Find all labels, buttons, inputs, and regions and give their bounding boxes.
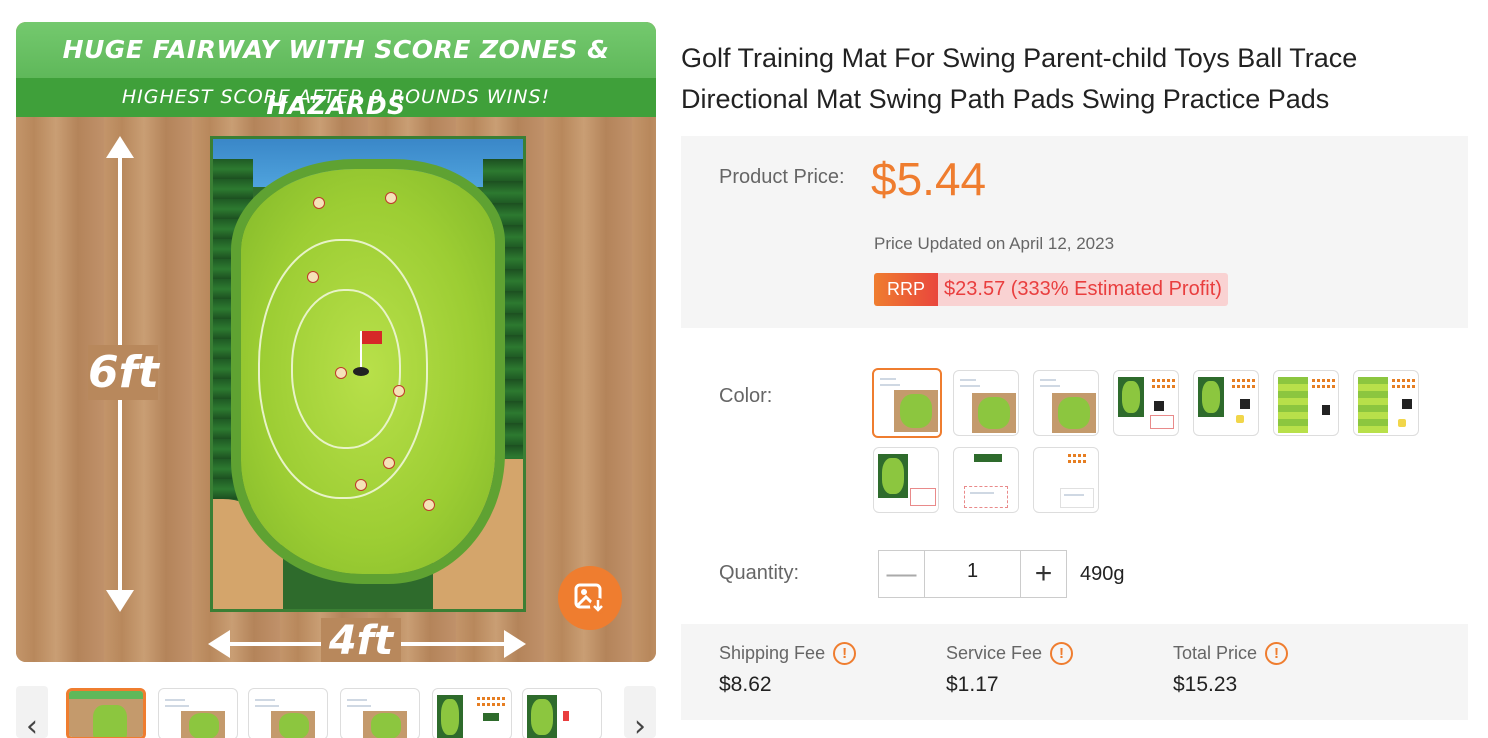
rrp-badge: RRP $23.57 (333% Estimated Profit) [874, 273, 1228, 306]
info-icon[interactable]: ! [1050, 642, 1074, 665]
thumbnail-item[interactable] [340, 688, 420, 738]
thumbnail-strip: ‹ › [16, 686, 656, 738]
width-dimension-label: 4ft [321, 618, 401, 662]
product-weight: 490g [1080, 563, 1125, 585]
color-swatch[interactable] [953, 447, 1019, 513]
golf-ball [385, 192, 397, 204]
flag-icon [362, 331, 382, 344]
color-swatch[interactable] [1273, 370, 1339, 436]
color-swatch[interactable] [1033, 370, 1099, 436]
service-fee: Service Fee ! $1.17 [946, 642, 1074, 697]
color-swatch[interactable] [873, 447, 939, 513]
thumbnail-item[interactable] [432, 688, 512, 738]
quantity-increment-button[interactable]: + [1020, 551, 1066, 597]
service-fee-label: Service Fee [946, 643, 1043, 663]
total-price-label: Total Price [1173, 643, 1258, 663]
thumbnail-item[interactable] [522, 688, 602, 738]
height-dimension-label: 6ft [88, 345, 159, 400]
golf-mat-illustration [210, 136, 526, 612]
color-swatch[interactable] [953, 370, 1019, 436]
total-price-value: $15.23 [1173, 673, 1238, 696]
thumbnail-item[interactable] [248, 688, 328, 738]
price-label: Product Price: [719, 166, 845, 188]
info-icon[interactable]: ! [1265, 642, 1289, 665]
total-price: Total Price ! $15.23 [1173, 642, 1289, 697]
quantity-stepper: — + [878, 550, 1067, 598]
quantity-decrement-button[interactable]: — [879, 551, 925, 597]
color-swatch[interactable] [1033, 447, 1099, 513]
color-swatch[interactable] [1193, 370, 1259, 436]
thumbnail-item[interactable] [66, 688, 146, 738]
product-price: $5.44 [871, 153, 987, 205]
golf-ball [335, 367, 347, 379]
color-swatch[interactable] [872, 368, 942, 438]
image-banner: HUGE FAIRWAY WITH SCORE ZONES & HAZARDS … [16, 22, 656, 120]
rrp-profit-text: $23.57 (333% Estimated Profit) [938, 273, 1228, 306]
thumbnail-next-button[interactable]: › [624, 686, 656, 738]
golf-ball [307, 271, 319, 283]
info-icon[interactable]: ! [833, 642, 857, 665]
chevron-right-icon: › [634, 708, 646, 738]
thumbnail-item[interactable] [158, 688, 238, 738]
price-updated-date: Price Updated on April 12, 2023 [874, 234, 1115, 253]
color-swatch[interactable] [1353, 370, 1419, 436]
main-product-image[interactable]: HUGE FAIRWAY WITH SCORE ZONES & HAZARDS … [16, 22, 656, 662]
color-swatch[interactable] [1113, 370, 1179, 436]
product-title: Golf Training Mat For Swing Parent-child… [681, 43, 1358, 114]
service-fee-value: $1.17 [946, 673, 999, 696]
shipping-fee-label: Shipping Fee [719, 643, 826, 663]
golf-ball [383, 457, 395, 469]
banner-subline: HIGHEST SCORE AFTER 9 ROUNDS WINS! [16, 78, 656, 117]
image-download-icon [574, 583, 606, 614]
shipping-fee-value: $8.62 [719, 673, 772, 696]
golf-ball [393, 385, 405, 397]
golf-ball [313, 197, 325, 209]
chevron-left-icon: ‹ [26, 708, 38, 738]
price-panel: Product Price: $5.44 Price Updated on Ap… [681, 136, 1468, 328]
golf-ball [423, 499, 435, 511]
shipping-fee: Shipping Fee ! $8.62 [719, 642, 857, 697]
golf-ball [355, 479, 367, 491]
rrp-tag: RRP [874, 273, 939, 306]
fees-panel: Shipping Fee ! $8.62 Service Fee ! $1.17… [681, 624, 1468, 720]
banner-headline: HUGE FAIRWAY WITH SCORE ZONES & HAZARDS [16, 22, 656, 120]
quantity-input[interactable] [925, 551, 1020, 597]
golf-hole [353, 367, 369, 376]
thumbnail-prev-button[interactable]: ‹ [16, 686, 48, 738]
color-label: Color: [719, 385, 773, 407]
image-download-button[interactable] [558, 566, 622, 630]
quantity-label: Quantity: [719, 562, 800, 584]
